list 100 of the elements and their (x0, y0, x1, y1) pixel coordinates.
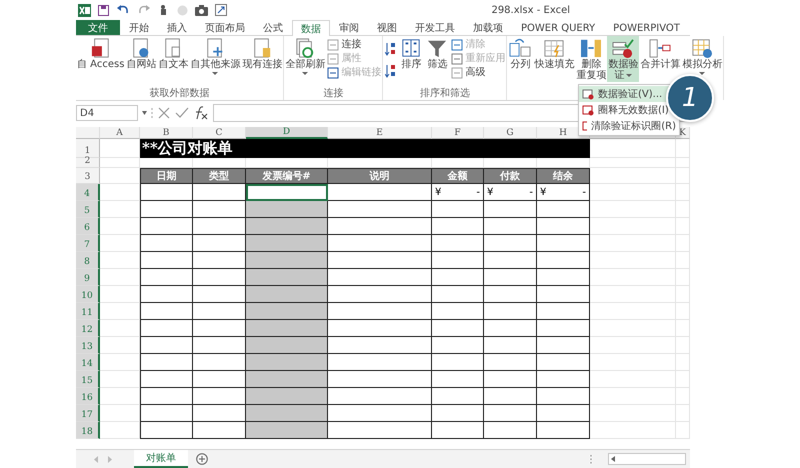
grid-cell[interactable] (676, 139, 690, 158)
ribbon-button[interactable]: 自网站 (125, 36, 158, 71)
grid-cell[interactable] (100, 252, 140, 269)
table-cell[interactable] (432, 286, 484, 303)
table-cell[interactable] (328, 286, 432, 303)
table-cell[interactable] (246, 354, 328, 371)
grid-cell[interactable] (100, 405, 140, 422)
grid-cell[interactable] (676, 320, 690, 337)
table-cell[interactable] (328, 388, 432, 405)
row-header[interactable]: 5 (76, 201, 100, 218)
ribbon-small-button[interactable]: 连接 (326, 39, 382, 51)
ribbon-button[interactable]: 全部刷新 (284, 36, 326, 76)
grid-cell[interactable] (676, 252, 690, 269)
table-cell[interactable] (246, 201, 328, 218)
table-cell[interactable] (484, 354, 537, 371)
table-cell[interactable] (328, 252, 432, 269)
table-cell[interactable] (328, 303, 432, 320)
grid-cell[interactable] (676, 405, 690, 422)
add-sheet-icon[interactable] (196, 453, 208, 465)
grid-cell[interactable] (100, 201, 140, 218)
table-cell[interactable] (140, 388, 193, 405)
table-cell[interactable] (537, 303, 590, 320)
grid-cell[interactable] (590, 184, 676, 201)
row-header[interactable]: 15 (76, 371, 100, 388)
table-cell[interactable] (432, 354, 484, 371)
table-cell[interactable] (328, 405, 432, 422)
row-header[interactable]: 12 (76, 320, 100, 337)
ribbon-button[interactable]: 自 Access (76, 36, 126, 71)
table-cell[interactable] (537, 354, 590, 371)
table-cell[interactable] (140, 252, 193, 269)
table-cell[interactable] (140, 303, 193, 320)
table-cell[interactable] (484, 269, 537, 286)
table-cell[interactable] (432, 218, 484, 235)
dropdown-arrow-icon[interactable] (142, 111, 147, 115)
grid-cell[interactable] (100, 286, 140, 303)
row-header[interactable]: 1 (76, 139, 100, 158)
row-header[interactable]: 9 (76, 269, 100, 286)
table-cell[interactable] (432, 303, 484, 320)
ribbon-tab[interactable]: 加载项 (464, 20, 512, 35)
grid-cell[interactable] (676, 337, 690, 354)
table-cell[interactable] (246, 235, 328, 252)
grid-cell[interactable] (100, 303, 140, 320)
ribbon-tab[interactable]: 文件 (76, 20, 120, 35)
ribbon-button[interactable]: 数据验 证 (607, 36, 640, 82)
table-cell[interactable] (140, 201, 193, 218)
table-cell[interactable] (432, 337, 484, 354)
table-cell[interactable] (484, 235, 537, 252)
column-header[interactable]: B (140, 127, 193, 139)
grid-cell[interactable] (590, 405, 676, 422)
table-cell[interactable] (432, 405, 484, 422)
table-cell[interactable] (246, 269, 328, 286)
ribbon-button[interactable]: 自其他来源 (189, 36, 242, 76)
name-box[interactable]: D4 (76, 105, 138, 121)
grid-cell[interactable] (100, 235, 140, 252)
table-cell[interactable] (484, 218, 537, 235)
table-cell[interactable] (140, 371, 193, 388)
table-cell[interactable] (484, 388, 537, 405)
table-cell[interactable] (246, 388, 328, 405)
grid-cell[interactable] (676, 269, 690, 286)
grid-cell[interactable] (590, 235, 676, 252)
table-cell[interactable] (328, 184, 432, 201)
grid-cell[interactable] (100, 184, 140, 201)
grid-cell[interactable] (100, 218, 140, 235)
table-cell[interactable] (140, 337, 193, 354)
row-header[interactable]: 17 (76, 405, 100, 422)
grid-cell[interactable] (100, 320, 140, 337)
ribbon-tab[interactable]: 开始 (120, 20, 158, 35)
grid-cell[interactable] (676, 422, 690, 439)
table-cell[interactable] (537, 320, 590, 337)
sort-ascending-icon[interactable] (385, 42, 396, 56)
table-cell[interactable] (246, 337, 328, 354)
grid-cell[interactable] (590, 371, 676, 388)
table-cell[interactable] (140, 218, 193, 235)
table-cell[interactable] (246, 303, 328, 320)
table-cell[interactable] (140, 184, 193, 201)
table-cell[interactable] (246, 286, 328, 303)
table-cell[interactable] (140, 286, 193, 303)
ribbon-button[interactable]: 自文本 (157, 36, 190, 71)
table-cell[interactable] (537, 337, 590, 354)
row-header[interactable]: 7 (76, 235, 100, 252)
table-cell[interactable] (328, 422, 432, 439)
grid-cell[interactable] (676, 286, 690, 303)
grid-cell[interactable] (590, 201, 676, 218)
screenshot-icon[interactable] (215, 4, 227, 16)
table-cell[interactable] (537, 269, 590, 286)
table-cell[interactable] (246, 405, 328, 422)
table-cell[interactable] (537, 286, 590, 303)
row-header[interactable]: 2 (76, 158, 100, 168)
column-header[interactable]: A (100, 127, 140, 139)
column-header[interactable]: F (432, 127, 484, 139)
table-cell[interactable] (328, 218, 432, 235)
save-icon[interactable] (98, 4, 109, 16)
menu-item[interactable]: 圈释无效数据(I) (579, 102, 679, 118)
cancel-icon[interactable] (157, 106, 171, 120)
row-header[interactable]: 11 (76, 303, 100, 320)
sort-descending-icon[interactable] (385, 64, 396, 78)
grid-cell[interactable] (676, 184, 690, 201)
excel-logo-icon[interactable] (78, 4, 91, 16)
table-cell[interactable] (537, 252, 590, 269)
grid-cell[interactable] (590, 218, 676, 235)
